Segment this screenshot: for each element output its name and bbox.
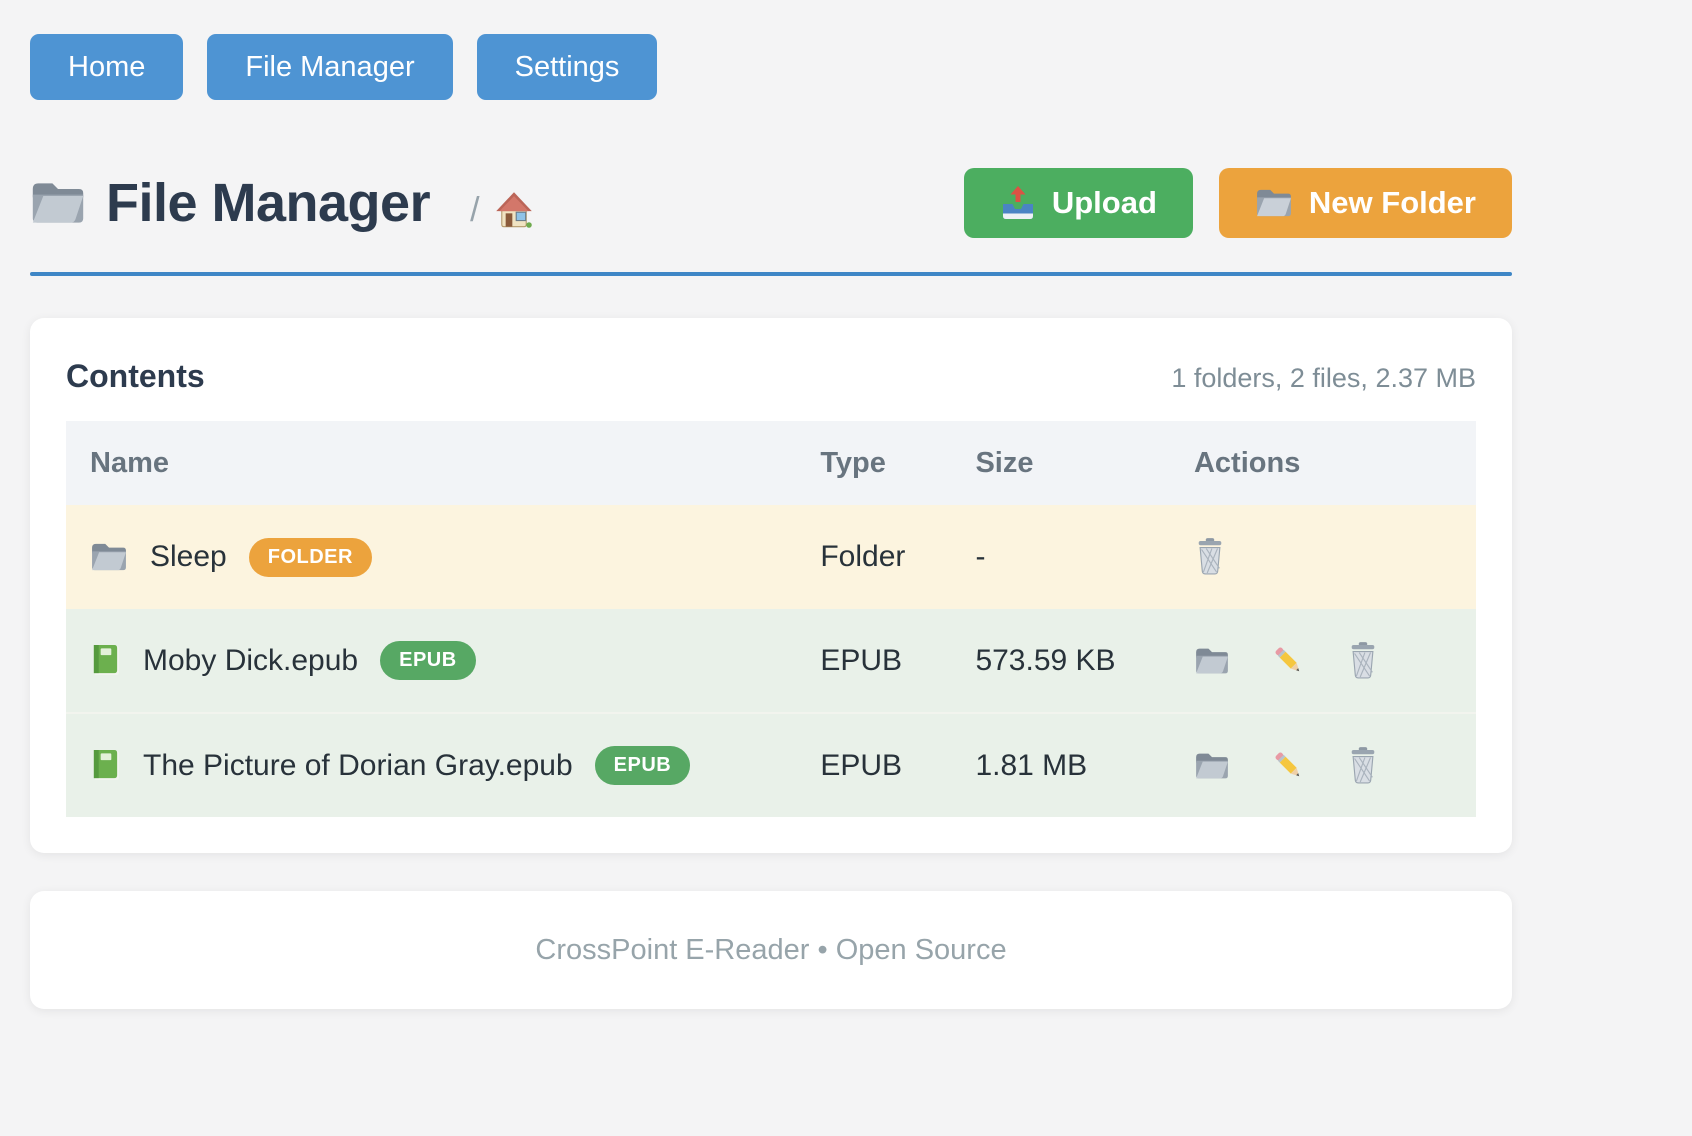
column-header-type: Type: [820, 421, 975, 505]
breadcrumb: /: [470, 190, 533, 230]
page-header: File Manager /: [30, 168, 1512, 238]
folder-icon: [90, 541, 128, 573]
pencil-icon: [1272, 749, 1305, 782]
delete-action-button[interactable]: [1194, 538, 1226, 576]
file-size: -: [975, 505, 1194, 609]
file-size: 1.81 MB: [975, 713, 1194, 817]
pencil-icon: [1272, 644, 1305, 677]
nav-settings-button[interactable]: Settings: [477, 34, 658, 100]
title-group: File Manager /: [30, 172, 534, 234]
trash-icon: [1347, 642, 1379, 680]
column-header-name: Name: [66, 421, 820, 505]
rename-action-button[interactable]: [1272, 644, 1305, 677]
table-row-epub: Moby Dick.epub EPUB EPUB 573.59 KB: [66, 609, 1476, 713]
trash-icon: [1347, 747, 1379, 785]
new-folder-icon: [1255, 187, 1293, 219]
epub-badge: EPUB: [380, 641, 476, 680]
file-type: Folder: [820, 505, 975, 609]
file-name[interactable]: Moby Dick.epub: [143, 644, 358, 678]
folder-badge: FOLDER: [249, 538, 372, 577]
nav-home-button[interactable]: Home: [30, 34, 183, 100]
delete-action-button[interactable]: [1347, 642, 1379, 680]
file-type: EPUB: [820, 609, 975, 713]
contents-card: Contents 1 folders, 2 files, 2.37 MB Nam…: [30, 318, 1512, 853]
trash-icon: [1194, 538, 1226, 576]
folder-icon: [1194, 751, 1230, 781]
move-action-button[interactable]: [1194, 646, 1230, 676]
file-name[interactable]: The Picture of Dorian Gray.epub: [143, 749, 573, 783]
file-table: Name Type Size Actions: [66, 421, 1476, 817]
page-container: Home File Manager Settings File Manager …: [30, 34, 1512, 853]
file-type: EPUB: [820, 713, 975, 817]
column-header-size: Size: [975, 421, 1194, 505]
rename-action-button[interactable]: [1272, 749, 1305, 782]
folder-icon: [30, 179, 86, 227]
upload-tray-icon: [1000, 185, 1036, 221]
upload-button[interactable]: Upload: [964, 168, 1193, 238]
header-actions: Upload New Folder: [964, 168, 1512, 238]
green-book-icon: [90, 643, 121, 678]
file-size: 573.59 KB: [975, 609, 1194, 713]
contents-summary: 1 folders, 2 files, 2.37 MB: [1171, 363, 1476, 394]
home-icon[interactable]: [494, 190, 534, 230]
page-title: File Manager: [106, 172, 430, 234]
table-row-folder: Sleep FOLDER Folder -: [66, 505, 1476, 609]
move-action-button[interactable]: [1194, 751, 1230, 781]
footer: CrossPoint E-Reader • Open Source: [30, 891, 1512, 1009]
column-header-actions: Actions: [1194, 421, 1476, 505]
epub-badge: EPUB: [595, 746, 691, 785]
table-row-epub: The Picture of Dorian Gray.epub EPUB EPU…: [66, 713, 1476, 817]
footer-text: CrossPoint E-Reader • Open Source: [535, 934, 1006, 967]
header-divider: [30, 272, 1512, 276]
top-nav: Home File Manager Settings: [30, 34, 1512, 100]
folder-icon: [1194, 646, 1230, 676]
new-folder-button-label: New Folder: [1309, 185, 1476, 221]
green-book-icon: [90, 748, 121, 783]
breadcrumb-separator: /: [470, 191, 479, 230]
delete-action-button[interactable]: [1347, 747, 1379, 785]
contents-card-header: Contents 1 folders, 2 files, 2.37 MB: [66, 358, 1476, 395]
new-folder-button[interactable]: New Folder: [1219, 168, 1512, 238]
upload-button-label: Upload: [1052, 185, 1157, 221]
contents-heading: Contents: [66, 358, 205, 395]
file-name[interactable]: Sleep: [150, 540, 227, 574]
nav-file-manager-button[interactable]: File Manager: [207, 34, 452, 100]
table-header-row: Name Type Size Actions: [66, 421, 1476, 505]
